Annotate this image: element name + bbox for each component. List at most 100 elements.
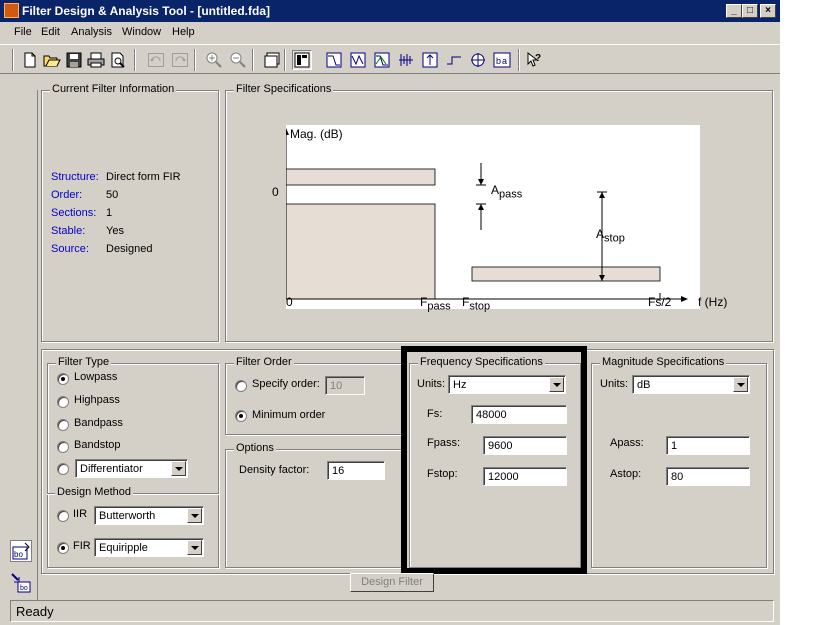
zero-db-label: 0 bbox=[272, 185, 279, 199]
iir-label[interactable]: IIR bbox=[73, 508, 87, 520]
mode-sidebar bbox=[8, 90, 38, 600]
bandstop-label[interactable]: Bandstop bbox=[74, 439, 120, 451]
print-preview-icon[interactable] bbox=[108, 50, 128, 70]
menu-file[interactable]: File bbox=[14, 26, 32, 38]
design-filter-mode-icon[interactable]: bo bbox=[10, 540, 32, 562]
filter-coefficients-icon[interactable]: ba bbox=[492, 50, 512, 70]
mag-units-label: Units: bbox=[600, 378, 629, 390]
other-type-select[interactable]: Differentiator bbox=[75, 459, 188, 478]
group-delay-icon[interactable] bbox=[396, 50, 416, 70]
magnitude-specs-panel: Magnitude Specifications Units: dB Apass… bbox=[591, 356, 767, 568]
fstop-label: Fstop bbox=[462, 295, 491, 313]
fir-method-select[interactable]: Equiripple bbox=[94, 538, 204, 557]
menu-help[interactable]: Help bbox=[172, 26, 195, 38]
fpass-label: Fpass bbox=[420, 295, 451, 313]
fir-label[interactable]: FIR bbox=[73, 540, 91, 552]
close-button[interactable]: × bbox=[760, 4, 776, 18]
maximize-button[interactable]: □ bbox=[742, 4, 758, 18]
chevron-down-icon[interactable] bbox=[187, 508, 202, 523]
source-label: Source: bbox=[51, 243, 89, 255]
design-method-title: Design Method bbox=[55, 486, 133, 498]
redo-icon[interactable] bbox=[170, 50, 190, 70]
magnitude-specs-title: Magnitude Specifications bbox=[600, 356, 727, 368]
passband-ripple-band bbox=[286, 168, 436, 186]
chevron-down-icon[interactable] bbox=[733, 377, 748, 392]
toolbar-separator bbox=[284, 49, 286, 71]
pole-zero-icon[interactable] bbox=[468, 50, 488, 70]
structure-label: Structure: bbox=[51, 171, 99, 183]
mag-units-select[interactable]: dB bbox=[632, 375, 750, 394]
spec-diagram-graphic bbox=[286, 128, 688, 302]
x-axis-arrow bbox=[681, 296, 688, 302]
step-response-icon[interactable] bbox=[444, 50, 464, 70]
bandstop-radio[interactable] bbox=[57, 441, 69, 453]
sections-label: Sections: bbox=[51, 207, 97, 219]
svg-text:a: a bbox=[502, 56, 507, 66]
undo-icon[interactable] bbox=[146, 50, 166, 70]
save-icon[interactable] bbox=[64, 50, 84, 70]
open-icon[interactable] bbox=[42, 50, 62, 70]
sections-value: 1 bbox=[106, 207, 113, 219]
structure-value: Direct form FIR bbox=[106, 171, 181, 183]
zoom-out-icon[interactable] bbox=[228, 50, 248, 70]
filter-specs-panel: Filter Specifications Mag. (dB) 0 Apass … bbox=[225, 83, 773, 342]
svg-text:?: ? bbox=[535, 53, 541, 64]
magnitude-phase-icon[interactable] bbox=[372, 50, 392, 70]
passband-region bbox=[286, 203, 436, 300]
bandpass-radio[interactable] bbox=[57, 419, 69, 431]
specify-order-label[interactable]: Specify order: bbox=[252, 378, 320, 390]
iir-method-select[interactable]: Butterworth bbox=[94, 506, 204, 525]
iir-radio[interactable] bbox=[57, 510, 69, 522]
chevron-down-icon[interactable] bbox=[187, 540, 202, 555]
fdatool-window: Filter Design & Analysis Tool - [untitle… bbox=[0, 0, 780, 625]
specify-order-radio[interactable] bbox=[235, 380, 247, 392]
other-type-radio[interactable] bbox=[57, 463, 69, 475]
stable-label: Stable: bbox=[51, 225, 86, 237]
apass-label-field: Apass: bbox=[610, 437, 644, 449]
highpass-radio[interactable] bbox=[57, 396, 69, 408]
toolbar: ba ? bbox=[0, 44, 780, 74]
chevron-down-icon[interactable] bbox=[171, 461, 186, 476]
filter-specs-title: Filter Specifications bbox=[234, 83, 334, 95]
import-filter-mode-icon[interactable]: bo bbox=[10, 572, 32, 594]
lowpass-label[interactable]: Lowpass bbox=[74, 371, 117, 383]
menu-edit[interactable]: Edit bbox=[41, 26, 60, 38]
whats-this-icon[interactable]: ? bbox=[524, 50, 544, 70]
fir-radio[interactable] bbox=[57, 542, 69, 554]
apass-input[interactable]: 1 bbox=[666, 436, 750, 455]
density-factor-input[interactable]: 16 bbox=[327, 461, 385, 480]
options-panel: Options Density factor: 16 bbox=[225, 442, 403, 568]
minimum-order-label[interactable]: Minimum order bbox=[252, 409, 325, 421]
matlab-app-icon bbox=[4, 3, 19, 18]
full-view-icon[interactable] bbox=[292, 50, 312, 70]
lowpass-radio[interactable] bbox=[57, 373, 69, 385]
print-icon[interactable] bbox=[86, 50, 106, 70]
zoom-in-icon[interactable] bbox=[204, 50, 224, 70]
bandpass-label[interactable]: Bandpass bbox=[74, 417, 123, 429]
menu-window[interactable]: Window bbox=[122, 26, 161, 38]
astop-input[interactable]: 80 bbox=[666, 467, 750, 486]
astop-label-field: Astop: bbox=[610, 468, 642, 480]
fs2-label: Fs/2 bbox=[648, 295, 672, 309]
current-filter-info-title: Current Filter Information bbox=[50, 83, 177, 95]
title-bar[interactable]: Filter Design & Analysis Tool - [untitle… bbox=[0, 0, 780, 22]
x-axis-label: f (Hz) bbox=[698, 295, 728, 309]
design-filter-button[interactable]: Design Filter bbox=[350, 573, 434, 592]
stable-value: Yes bbox=[106, 225, 124, 237]
window-title: Filter Design & Analysis Tool - [untitle… bbox=[22, 4, 271, 18]
new-icon[interactable] bbox=[20, 50, 40, 70]
menu-analysis[interactable]: Analysis bbox=[71, 26, 112, 38]
new-figure-icon[interactable] bbox=[262, 50, 282, 70]
minimize-button[interactable]: _ bbox=[726, 4, 742, 18]
toolbar-separator bbox=[194, 49, 196, 71]
minimum-order-radio[interactable] bbox=[235, 410, 247, 422]
phase-response-icon[interactable] bbox=[348, 50, 368, 70]
stopband-region bbox=[471, 266, 661, 282]
magnitude-response-icon[interactable] bbox=[324, 50, 344, 70]
y-axis-label: Mag. (dB) bbox=[290, 127, 343, 141]
options-title: Options bbox=[234, 442, 276, 454]
impulse-response-icon[interactable] bbox=[420, 50, 440, 70]
specify-order-input[interactable]: 10 bbox=[325, 376, 365, 395]
toolbar-grip bbox=[12, 49, 14, 71]
highpass-label[interactable]: Highpass bbox=[74, 394, 120, 406]
